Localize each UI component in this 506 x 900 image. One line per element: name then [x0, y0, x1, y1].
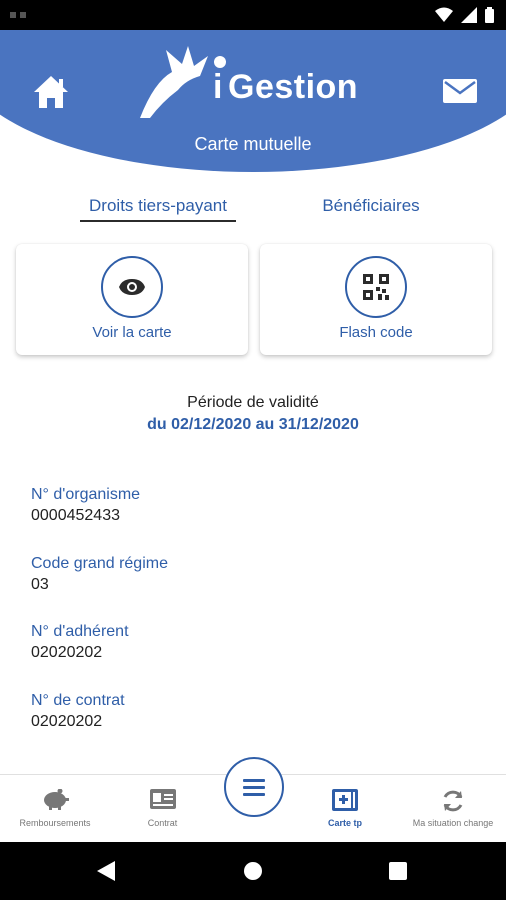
home-circle-icon	[244, 862, 262, 880]
field-label: N° d'adhérent	[31, 623, 129, 640]
card-icon-circle	[101, 256, 163, 318]
nav-item-contrat[interactable]: Contrat	[110, 775, 215, 843]
field-code-grand-regime: Code grand régime 03	[31, 555, 168, 594]
tab-bar: Droits tiers-payant Bénéficiaires	[0, 196, 506, 230]
nav-label: Contrat	[147, 818, 178, 828]
validity-range: du 02/12/2020 au 31/12/2020	[147, 416, 359, 433]
nav-label: Ma situation change	[412, 818, 494, 828]
field-value: 02020202	[31, 713, 103, 730]
nav-item-ma-situation-change[interactable]: Ma situation change	[400, 775, 506, 843]
flash-code-button[interactable]: Flash code	[260, 244, 492, 355]
notification-dots-icon	[10, 12, 26, 18]
nav-item-remboursements[interactable]: Remboursements	[0, 775, 110, 843]
wifi-icon	[435, 7, 453, 22]
home-icon[interactable]	[32, 74, 70, 110]
id-card-icon	[149, 789, 176, 809]
flash-code-label: Flash code	[339, 324, 413, 341]
back-triangle-icon	[97, 861, 115, 881]
menu-button[interactable]	[224, 757, 284, 817]
recents-square-icon	[389, 862, 407, 880]
field-label: N° de contrat	[31, 692, 125, 709]
app-header: i Gestion Carte mutuelle	[0, 30, 506, 175]
qr-code-icon	[363, 274, 389, 300]
field-value: 03	[31, 576, 49, 593]
refresh-icon	[443, 790, 463, 812]
field-value: 0000452433	[31, 507, 120, 524]
menu-icon	[243, 779, 265, 796]
logo-letter-i: i	[213, 68, 223, 106]
piggy-bank-icon	[44, 789, 69, 810]
page-title: Carte mutuelle	[194, 134, 312, 154]
logo-text: Gestion	[228, 68, 359, 106]
tab-droits-tiers-payant[interactable]: Droits tiers-payant	[80, 196, 236, 222]
medical-card-icon	[332, 789, 358, 811]
mail-icon[interactable]	[442, 77, 478, 105]
eye-icon	[119, 279, 145, 295]
battery-icon	[485, 7, 494, 23]
status-bar	[0, 0, 506, 30]
back-button[interactable]	[76, 842, 136, 900]
recents-button[interactable]	[368, 842, 428, 900]
system-navigation-bar	[0, 842, 506, 900]
field-label: N° d'organisme	[31, 486, 141, 503]
voir-la-carte-button[interactable]: Voir la carte	[16, 244, 248, 355]
field-contrat: N° de contrat 02020202	[31, 692, 125, 731]
card-icon-circle	[345, 256, 407, 318]
voir-la-carte-label: Voir la carte	[92, 324, 172, 341]
tab-beneficiaires[interactable]: Bénéficiaires	[300, 196, 442, 216]
nav-label: Remboursements	[19, 818, 91, 828]
field-label: Code grand régime	[31, 555, 168, 572]
home-system-button[interactable]	[223, 842, 283, 900]
validity-label: Période de validité	[187, 394, 319, 411]
field-adherent: N° d'adhérent 02020202	[31, 623, 129, 662]
field-organisme: N° d'organisme 0000452433	[31, 486, 140, 525]
nav-item-carte-tp[interactable]: Carte tp	[290, 775, 400, 843]
field-value: 02020202	[31, 644, 103, 661]
signal-icon	[461, 7, 477, 23]
nav-label: Carte tp	[327, 818, 362, 828]
